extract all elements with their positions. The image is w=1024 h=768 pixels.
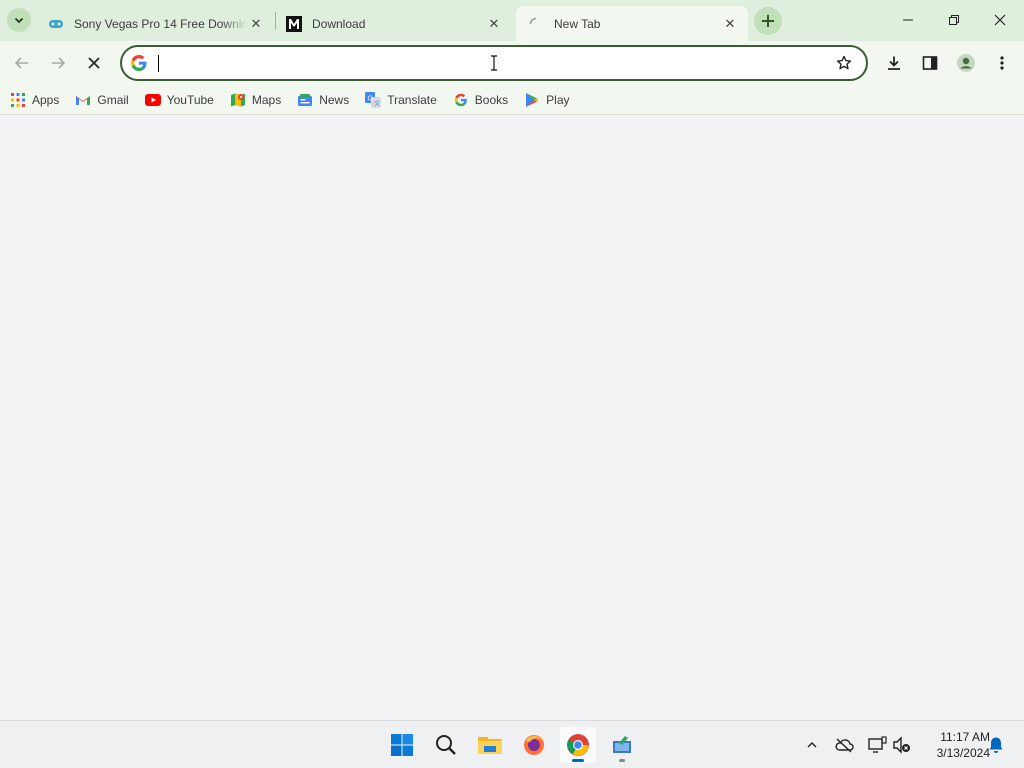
search-icon xyxy=(436,735,456,755)
taskbar-search-button[interactable] xyxy=(428,727,464,763)
address-input[interactable] xyxy=(158,52,818,74)
tab-download[interactable]: Download ✕ xyxy=(274,6,512,41)
bookmark-label: Play xyxy=(546,92,570,107)
onedrive-button[interactable] xyxy=(832,733,856,757)
taskbar: 11:17 AM 3/13/2024 xyxy=(0,720,1024,768)
close-icon xyxy=(994,14,1006,26)
maps-icon xyxy=(230,92,246,108)
volume-button[interactable] xyxy=(890,733,914,757)
minimize-icon xyxy=(903,19,913,21)
bookmark-label: Apps xyxy=(32,92,60,107)
system-clock[interactable]: 11:17 AM 3/13/2024 xyxy=(918,729,990,761)
bookmark-play[interactable]: Play xyxy=(524,92,570,108)
new-tab-button[interactable] xyxy=(754,7,782,35)
show-hidden-icons-button[interactable] xyxy=(800,733,824,757)
bookmark-label: Maps xyxy=(251,92,282,107)
bookmark-label: YouTube xyxy=(166,92,214,107)
youtube-icon xyxy=(144,92,161,108)
restore-icon xyxy=(949,15,959,25)
tab-title: Download xyxy=(312,16,366,31)
text-cursor-icon xyxy=(491,55,497,71)
more-vertical-icon xyxy=(1000,56,1004,70)
bookmark-news[interactable]: News xyxy=(297,92,349,108)
app-icon xyxy=(613,736,631,753)
bookmark-apps[interactable]: Apps xyxy=(10,92,59,108)
bookmark-youtube[interactable]: YouTube xyxy=(144,92,214,108)
svg-text:G: G xyxy=(368,95,373,102)
restore-button[interactable] xyxy=(934,6,974,34)
close-icon[interactable]: ✕ xyxy=(722,16,738,32)
bookmark-label: Gmail xyxy=(97,92,129,107)
chrome-button[interactable] xyxy=(560,727,596,763)
chevron-down-icon xyxy=(14,17,24,24)
apps-grid-icon xyxy=(10,92,26,108)
tab-new-tab[interactable]: New Tab ✕ xyxy=(516,6,748,41)
volume-muted-icon xyxy=(893,736,910,754)
m-logo-icon xyxy=(286,15,302,32)
minimize-button[interactable] xyxy=(888,6,928,34)
app-button[interactable] xyxy=(604,727,640,763)
close-icon[interactable]: ✕ xyxy=(248,16,264,32)
network-button[interactable] xyxy=(865,733,889,757)
google-play-icon xyxy=(524,92,540,108)
bookmark-translate[interactable]: G文 Translate xyxy=(365,91,437,108)
news-icon xyxy=(297,92,313,108)
download-icon xyxy=(888,56,900,70)
side-panel-button[interactable] xyxy=(916,49,944,77)
network-icon xyxy=(868,736,887,753)
chrome-icon xyxy=(567,734,589,756)
tab-search-button[interactable] xyxy=(7,8,31,32)
start-icon xyxy=(391,734,413,756)
stop-loading-button[interactable] xyxy=(80,49,108,77)
toolbar xyxy=(0,41,1024,85)
bookmark-gmail[interactable]: Gmail xyxy=(75,92,129,108)
file-explorer-icon xyxy=(478,737,502,754)
close-icon xyxy=(88,57,100,69)
firefox-button[interactable] xyxy=(516,727,552,763)
close-icon[interactable]: ✕ xyxy=(486,16,502,32)
page-content[interactable] xyxy=(0,55,1024,720)
gmail-icon xyxy=(75,92,91,108)
file-explorer-button[interactable] xyxy=(472,727,508,763)
google-books-icon xyxy=(453,92,469,108)
bookmark-maps[interactable]: Maps xyxy=(230,92,281,108)
bell-icon xyxy=(989,737,1003,753)
arrow-right-icon xyxy=(52,57,66,69)
side-panel-icon xyxy=(922,56,938,70)
chevron-up-icon xyxy=(807,742,817,748)
bookmark-label: Books xyxy=(474,92,509,107)
back-button[interactable] xyxy=(8,49,36,77)
start-button[interactable] xyxy=(384,727,420,763)
bookmark-label: Translate xyxy=(387,92,437,107)
gamepad-icon xyxy=(48,16,64,32)
profile-button[interactable] xyxy=(952,49,980,77)
loading-spinner-icon xyxy=(528,16,544,32)
translate-icon: G文 xyxy=(365,91,382,108)
svg-text:文: 文 xyxy=(374,99,380,107)
bookmarks-bar: Apps Gmail YouTube Maps News G文 Translat… xyxy=(0,85,1024,115)
arrow-left-icon xyxy=(14,57,28,69)
google-g-icon xyxy=(130,54,148,72)
avatar-icon xyxy=(957,54,975,72)
active-indicator xyxy=(572,759,584,762)
clock-time: 11:17 AM xyxy=(940,730,990,744)
forward-button[interactable] xyxy=(44,49,72,77)
cloud-offline-icon xyxy=(835,738,854,753)
running-indicator xyxy=(619,759,625,762)
bookmark-star-icon[interactable] xyxy=(834,53,854,73)
bookmark-books[interactable]: Books xyxy=(453,92,508,108)
clock-date: 3/13/2024 xyxy=(936,746,990,760)
plus-icon xyxy=(762,15,774,27)
notifications-button[interactable] xyxy=(984,733,1008,757)
firefox-icon xyxy=(524,735,544,755)
tab-strip: Sony Vegas Pro 14 Free Download ✕ Downlo… xyxy=(0,0,1024,41)
tab-title: Sony Vegas Pro 14 Free Download xyxy=(74,16,248,31)
tab-sony-vegas[interactable]: Sony Vegas Pro 14 Free Download ✕ xyxy=(36,6,274,41)
menu-button[interactable] xyxy=(988,49,1016,77)
close-window-button[interactable] xyxy=(980,6,1020,34)
tab-title: New Tab xyxy=(554,16,601,31)
downloads-button[interactable] xyxy=(880,49,908,77)
bookmark-label: News xyxy=(319,92,350,107)
